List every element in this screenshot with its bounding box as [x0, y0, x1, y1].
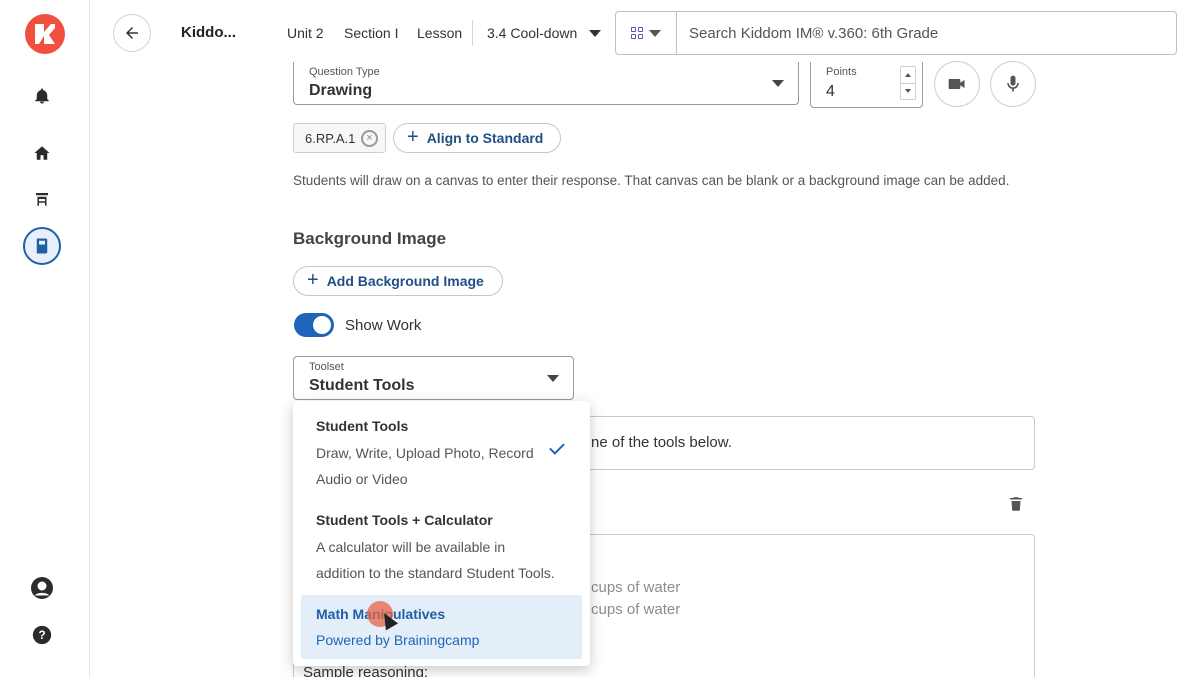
- add-background-image-button[interactable]: + Add Background Image: [293, 266, 503, 296]
- points-field[interactable]: Points 4: [810, 62, 923, 108]
- question-type-select[interactable]: Question Type Drawing: [293, 62, 799, 105]
- back-button[interactable]: [113, 14, 151, 52]
- answer-line: cups of water: [591, 579, 681, 596]
- toolset-select[interactable]: Toolset Student Tools: [293, 356, 574, 400]
- book-icon[interactable]: [23, 227, 61, 265]
- add-background-image-label: Add Background Image: [326, 273, 484, 289]
- delete-button[interactable]: [1007, 494, 1025, 514]
- breadcrumb-unit[interactable]: Unit 2: [287, 25, 327, 41]
- question-type-value: Drawing: [309, 82, 373, 99]
- points-value: 4: [826, 83, 835, 100]
- search-input[interactable]: [677, 12, 1176, 54]
- plus-icon: +: [307, 269, 319, 291]
- check-icon: [549, 439, 565, 455]
- option-desc: Powered by Brainingcamp: [316, 632, 480, 648]
- search-bar: [615, 11, 1177, 55]
- grid-icon: [631, 27, 643, 39]
- close-icon[interactable]: ×: [361, 130, 378, 147]
- plus-icon: +: [407, 126, 419, 148]
- option-desc: Draw, Write, Upload Photo, Record: [316, 445, 534, 461]
- video-camera-icon: [948, 79, 965, 89]
- search-filter-button[interactable]: [616, 12, 677, 54]
- toolset-option-student-tools-calculator[interactable]: Student Tools + Calculator A calculator …: [293, 501, 590, 591]
- help-icon[interactable]: ?: [27, 620, 57, 650]
- option-desc: A calculator will be available in: [316, 539, 506, 555]
- question-type-label: Question Type: [309, 66, 380, 78]
- audio-record-button[interactable]: [990, 61, 1036, 107]
- option-desc: Audio or Video: [316, 471, 408, 487]
- chevron-down-icon: [772, 80, 784, 87]
- toolset-option-math-manipulatives[interactable]: Math Manipulatives Powered by Brainingca…: [293, 595, 590, 659]
- option-title: Student Tools + Calculator: [316, 512, 493, 528]
- align-to-standard-button[interactable]: + Align to Standard: [393, 123, 561, 153]
- standard-chip-label: 6.RP.A.1: [305, 130, 356, 146]
- home-icon[interactable]: [27, 138, 57, 168]
- chevron-down-icon: [589, 29, 602, 37]
- points-increment[interactable]: [901, 67, 915, 83]
- points-label: Points: [826, 66, 857, 78]
- classroom-icon[interactable]: [27, 184, 57, 214]
- option-title: Student Tools: [316, 418, 409, 434]
- avatar-icon[interactable]: [27, 573, 57, 603]
- points-stepper: [900, 66, 916, 100]
- lesson-select-label: 3.4 Cool-down: [487, 25, 578, 41]
- breadcrumb-lesson[interactable]: Lesson 1: [417, 25, 467, 41]
- lesson-select[interactable]: 3.4 Cool-down: [487, 25, 602, 41]
- video-record-button[interactable]: [934, 61, 980, 107]
- question-type-helper-text: Students will draw on a canvas to enter …: [293, 173, 1010, 188]
- toolset-option-student-tools[interactable]: Student Tools Draw, Write, Upload Photo,…: [293, 401, 590, 501]
- toolset-value: Student Tools: [309, 377, 415, 394]
- kiddom-logo[interactable]: [25, 14, 65, 54]
- instructions-text: ne of the tools below.: [591, 434, 732, 451]
- align-to-standard-label: Align to Standard: [426, 130, 544, 146]
- back-arrow-icon: [126, 27, 138, 39]
- answer-line: cups of water: [591, 601, 681, 618]
- svg-text:?: ?: [38, 629, 45, 642]
- chevron-down-icon: [547, 375, 559, 382]
- background-image-heading: Background Image: [293, 229, 447, 248]
- show-work-toggle[interactable]: [294, 313, 334, 337]
- left-rail: ?: [0, 0, 90, 677]
- microphone-icon: [1007, 75, 1019, 92]
- breadcrumb-section[interactable]: Section I: [344, 25, 399, 41]
- trash-icon: [1010, 497, 1022, 511]
- chevron-down-icon: [649, 29, 661, 37]
- breadcrumb-divider: [472, 20, 473, 46]
- bell-icon[interactable]: [27, 81, 57, 111]
- toolset-label: Toolset: [309, 361, 344, 373]
- show-work-label: Show Work: [345, 317, 422, 334]
- standard-chip: 6.RP.A.1 ×: [293, 123, 386, 153]
- toolset-menu: Student Tools Draw, Write, Upload Photo,…: [293, 401, 590, 666]
- course-title[interactable]: Kiddo...: [181, 24, 236, 41]
- points-decrement[interactable]: [901, 82, 915, 100]
- option-desc: addition to the standard Student Tools.: [316, 565, 555, 581]
